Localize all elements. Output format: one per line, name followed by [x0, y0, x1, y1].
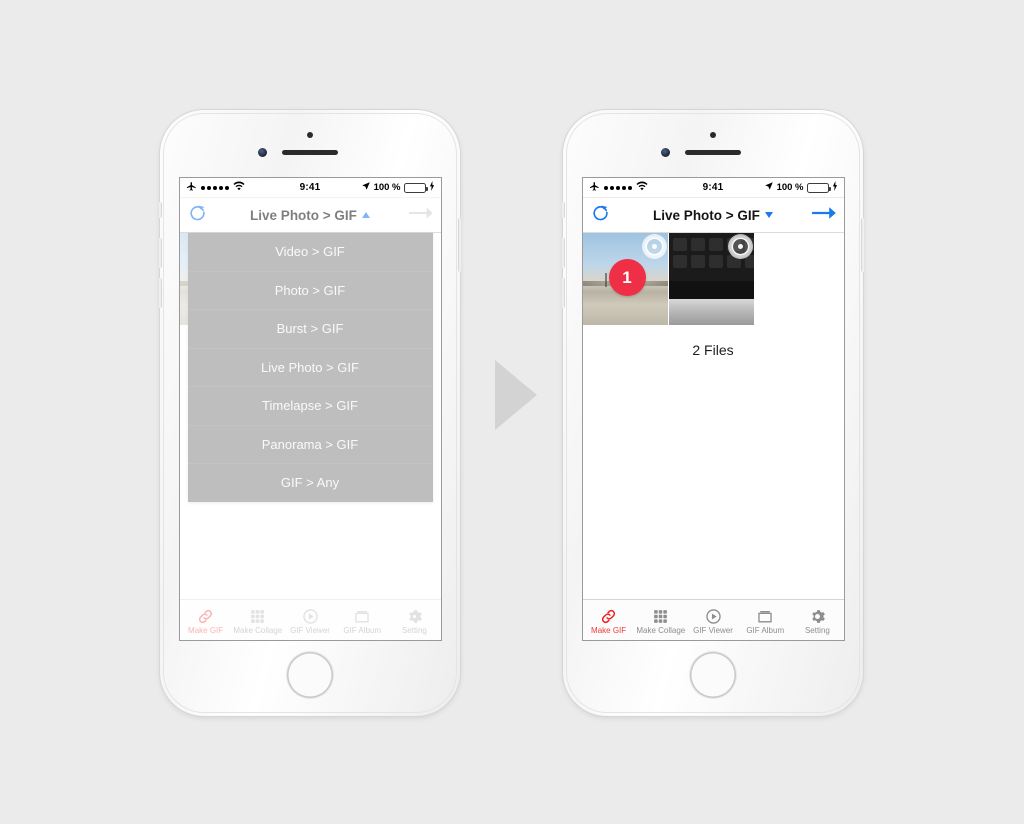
tab-label-gif-viewer: GIF Viewer	[693, 625, 733, 635]
tab-gif-viewer[interactable]: GIF Viewer	[284, 600, 336, 640]
laptop-body-region	[668, 299, 754, 325]
bottom-tab-bar: Make GIF Make Collage GIF Viewer GIF Alb…	[582, 599, 844, 640]
tab-label-gif-viewer: GIF Viewer	[290, 625, 330, 635]
status-bar: 9:41 100 %	[582, 178, 844, 198]
tab-gif-album[interactable]: GIF Album	[739, 600, 791, 640]
chevron-down-icon[interactable]	[764, 212, 773, 218]
silent-switch[interactable]	[561, 202, 565, 218]
dropdown-item-panorama-gif[interactable]: Panorama > GIF	[187, 426, 433, 464]
conversion-mode-dropdown[interactable]: Video > GIF Photo > GIF Burst > GIF Live…	[187, 233, 433, 502]
tab-label-setting: Setting	[401, 625, 427, 635]
dropdown-item-burst-gif[interactable]: Burst > GIF	[187, 310, 433, 349]
tab-label-gif-album: GIF Album	[343, 625, 382, 635]
volume-up-button[interactable]	[561, 238, 565, 268]
dropdown-item-video-gif[interactable]: Video > GIF	[187, 233, 433, 272]
page-title-group[interactable]: Live Photo > GIF	[583, 208, 844, 223]
landscape-thumbnail[interactable]: 1	[582, 233, 668, 325]
refresh-icon[interactable]	[591, 203, 610, 227]
page-title: Live Photo > GIF	[250, 207, 357, 223]
tab-gif-viewer[interactable]: GIF Viewer	[687, 600, 739, 640]
forward-arrow-button[interactable]	[811, 205, 836, 226]
dropdown-item-live-photo-gif[interactable]: Live Photo > GIF	[187, 349, 433, 387]
refresh-icon[interactable]	[188, 203, 207, 227]
triangle-right-icon	[495, 360, 537, 430]
volume-down-button[interactable]	[561, 278, 565, 308]
navigation-bar: Live Photo > GIF	[179, 198, 441, 233]
status-time: 9:41	[299, 182, 321, 193]
status-time: 9:41	[702, 182, 724, 193]
gear-icon	[409, 609, 422, 623]
tab-label-make-collage: Make Collage	[636, 625, 686, 635]
content-area-left: Video > GIF Photo > GIF Burst > GIF Live…	[179, 233, 441, 640]
power-button[interactable]	[458, 218, 462, 272]
screenshot-canvas: 9:41 100 % Live Photo > GIF Video > GIF …	[0, 0, 1024, 824]
trackpad-region	[668, 280, 754, 300]
grid-icon	[654, 609, 668, 623]
tab-setting[interactable]: Setting	[388, 600, 440, 640]
live-photo-icon	[732, 239, 748, 254]
content-area-right: 1 2 Files Make GIF Make Collage GIF View…	[582, 233, 844, 640]
file-count-label: 2 Files	[692, 342, 734, 358]
silent-switch[interactable]	[158, 202, 162, 218]
tab-label-make-gif: Make GIF	[188, 625, 224, 635]
phone-screen-left: 9:41 100 % Live Photo > GIF Video > GIF …	[179, 178, 441, 640]
earpiece-speaker	[685, 150, 741, 155]
tab-make-collage[interactable]: Make Collage	[635, 600, 687, 640]
proximity-sensor-icon	[710, 132, 716, 138]
dropdown-item-gif-any[interactable]: GIF > Any	[188, 464, 433, 502]
keyboard-thumbnail[interactable]	[668, 233, 754, 325]
volume-down-button[interactable]	[158, 278, 162, 308]
tab-label-make-gif: Make GIF	[591, 625, 627, 635]
play-circle-icon	[302, 608, 318, 624]
tab-make-gif[interactable]: Make GIF	[180, 600, 232, 640]
dropdown-item-timelapse-gif[interactable]: Timelapse > GIF	[187, 387, 433, 426]
phone-device-right: 9:41 100 % Live Photo > GIF 1 2 Files Ma…	[561, 110, 865, 716]
selection-badge: 1	[608, 259, 646, 296]
thumbnail-row: 1	[582, 233, 844, 325]
gear-icon	[812, 609, 825, 623]
battery-icon	[403, 182, 428, 193]
home-button[interactable]	[690, 652, 736, 698]
tab-label-gif-album: GIF Album	[746, 625, 785, 635]
link-icon	[199, 609, 213, 623]
bottom-tab-bar: Make GIF Make Collage GIF Viewer GIF Alb…	[179, 599, 441, 640]
live-photo-icon	[646, 239, 662, 254]
tab-gif-album[interactable]: GIF Album	[336, 600, 388, 640]
tab-make-collage[interactable]: Make Collage	[232, 600, 284, 640]
page-title-group[interactable]: Live Photo > GIF	[180, 208, 441, 223]
chevron-up-icon[interactable]	[361, 212, 370, 218]
tab-make-gif[interactable]: Make GIF	[583, 600, 635, 640]
phone-device-left: 9:41 100 % Live Photo > GIF Video > GIF …	[158, 110, 462, 716]
album-icon	[355, 610, 369, 622]
album-icon	[758, 610, 772, 622]
volume-up-button[interactable]	[158, 238, 162, 268]
navigation-bar: Live Photo > GIF	[582, 198, 844, 233]
play-circle-icon	[705, 608, 721, 624]
front-camera-icon	[258, 148, 267, 157]
forward-arrow-button-disabled[interactable]	[408, 205, 433, 226]
link-icon	[602, 609, 616, 623]
phone-screen-right: 9:41 100 % Live Photo > GIF 1 2 Files Ma…	[582, 178, 844, 640]
earpiece-speaker	[282, 150, 338, 155]
proximity-sensor-icon	[307, 132, 313, 138]
front-camera-icon	[661, 148, 670, 157]
page-title: Live Photo > GIF	[653, 207, 760, 223]
power-button[interactable]	[861, 218, 865, 272]
status-bar: 9:41 100 %	[179, 178, 441, 198]
grid-icon	[251, 609, 265, 623]
tab-label-make-collage: Make Collage	[233, 625, 283, 635]
battery-icon	[806, 182, 831, 193]
home-button[interactable]	[287, 652, 333, 698]
tab-label-setting: Setting	[804, 625, 830, 635]
dropdown-item-photo-gif[interactable]: Photo > GIF	[187, 272, 433, 310]
tab-setting[interactable]: Setting	[791, 600, 843, 640]
